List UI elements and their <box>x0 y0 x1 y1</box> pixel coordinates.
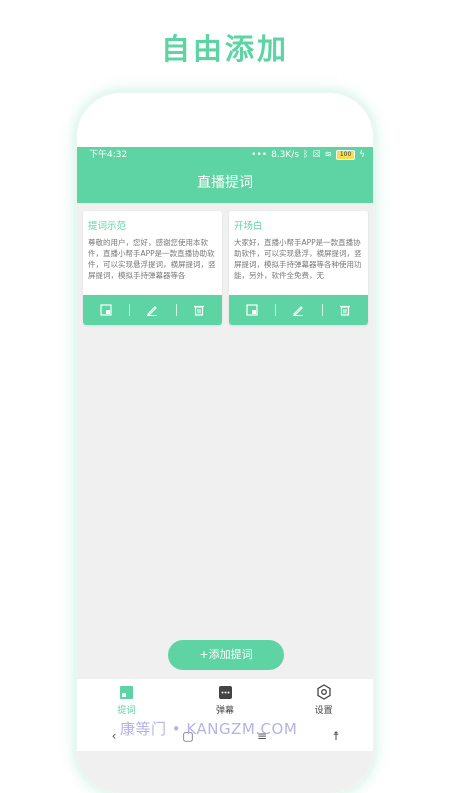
chat-icon <box>218 685 232 699</box>
note-icon <box>119 685 133 699</box>
script-card[interactable]: 提词示范 尊敬的用户，您好，感谢您使用本软件，直播小帮手APP是一款直播协助软件… <box>83 211 222 325</box>
edit-button[interactable] <box>275 295 321 325</box>
card-body: 大家好，直播小帮手APP是一款直播协助软件，可以实现悬浮，横屏提词，竖屏提词，模… <box>234 238 362 280</box>
open-window-icon <box>246 304 258 316</box>
settings-icon <box>317 684 331 700</box>
delete-button[interactable] <box>321 295 368 325</box>
app-screen: 下午4:32 ••• 8.3K/s ᛒ ☒ ≋ 100 ϟ 直播提词 提词示范 … <box>77 147 373 793</box>
charging-icon: ϟ <box>359 150 365 160</box>
card-body: 尊敬的用户，您好，感谢您使用本软件，直播小帮手APP是一款直播协助软件，可以实现… <box>88 238 216 280</box>
trash-icon <box>193 305 204 316</box>
open-button[interactable] <box>83 295 129 325</box>
headline: 自由添加 <box>160 32 289 66</box>
wifi-icon: ≋ <box>324 150 333 160</box>
bottom-tab-bar: 提词 弹幕 设置 <box>77 679 373 721</box>
open-button[interactable] <box>229 295 275 325</box>
watermark: 康等门 • KANGZM.COM <box>120 720 298 738</box>
card-actions <box>229 295 368 325</box>
script-card[interactable]: 开场白 大家好，直播小帮手APP是一款直播协助软件，可以实现悬浮，横屏提词，竖屏… <box>229 211 368 325</box>
open-window-icon <box>100 304 112 316</box>
tab-label: 弹幕 <box>216 705 235 716</box>
status-icons: ••• 8.3K/s ᛒ ☒ ≋ 100 ϟ <box>251 147 365 163</box>
delete-button[interactable] <box>175 295 222 325</box>
edit-button[interactable] <box>129 295 175 325</box>
card-title: 提词示范 <box>88 221 127 232</box>
pencil-icon <box>293 306 304 316</box>
status-time: 下午4:32 <box>89 150 128 160</box>
tab-script[interactable]: 提词 <box>77 679 176 721</box>
app-title: 直播提词 <box>77 163 373 203</box>
card-actions <box>83 295 222 325</box>
add-script-button[interactable]: +添加提词 <box>168 640 284 670</box>
tab-danmaku[interactable]: 弹幕 <box>176 679 275 721</box>
tab-settings[interactable]: 设置 <box>274 679 373 721</box>
tab-label: 设置 <box>314 706 333 716</box>
accessibility-icon[interactable]: ☨ <box>321 729 351 743</box>
sim-icon: ☒ <box>312 150 321 160</box>
bluetooth-icon: ᛒ <box>303 150 309 160</box>
card-title: 开场白 <box>234 221 263 232</box>
battery-icon: 100 <box>336 150 356 160</box>
pencil-icon <box>147 306 158 316</box>
tab-label: 提词 <box>117 705 136 716</box>
phone-mockup: 下午4:32 ••• 8.3K/s ᛒ ☒ ≋ 100 ϟ 直播提词 提词示范 … <box>77 93 373 793</box>
trash-icon <box>339 305 350 316</box>
status-bar: 下午4:32 ••• 8.3K/s ᛒ ☒ ≋ 100 ϟ <box>77 147 373 163</box>
network-speed: 8.3K/s <box>271 150 300 160</box>
signal-dots-icon: ••• <box>251 150 268 160</box>
